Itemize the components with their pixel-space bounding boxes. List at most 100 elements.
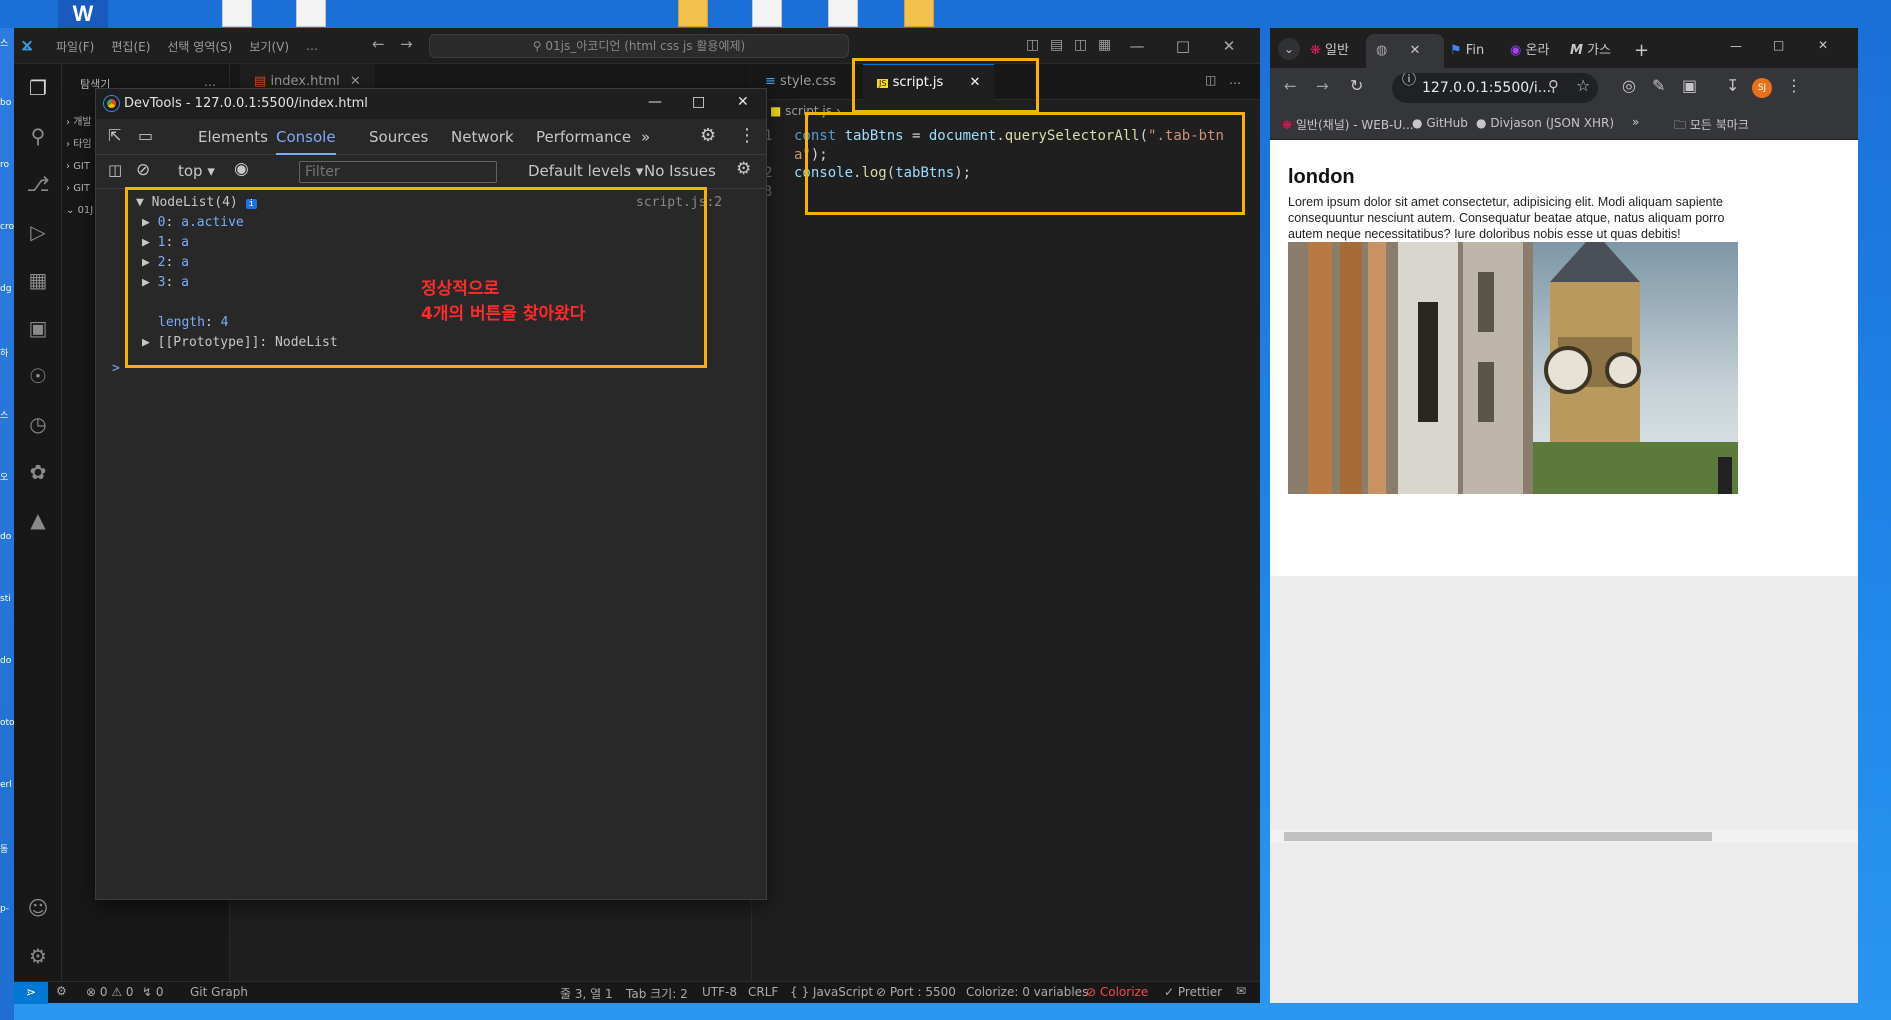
menu-more[interactable]: … <box>306 39 318 53</box>
inspect-element-icon[interactable]: ⇱ <box>108 128 121 144</box>
toggle-panel-icon[interactable]: ▤ <box>1050 38 1063 52</box>
word-app-icon[interactable]: W <box>58 0 108 28</box>
device-toolbar-icon[interactable]: ▭ <box>138 128 153 144</box>
bookmark-item[interactable]: ❋ 일반(채널) - WEB-U... <box>1282 116 1414 133</box>
notifications-bell-icon[interactable]: ✉ <box>1236 985 1246 997</box>
colorize-status[interactable]: ⊘ Colorize <box>1086 985 1148 999</box>
live-server-port[interactable]: ⊘ Port : 5500 <box>876 985 956 999</box>
maximize-button[interactable]: □ <box>1773 39 1784 51</box>
editor-more-icon[interactable]: … <box>1229 74 1241 86</box>
tab-size-status[interactable]: Tab 크기: 2 <box>626 985 688 1002</box>
bookmark-item[interactable]: ● Divjason (JSON XHR) <box>1476 116 1614 130</box>
command-center[interactable]: ⚲ 01js_아코디언 (html css js 활용예제) <box>429 34 849 58</box>
sidebar-toggle-icon[interactable]: ◫ <box>108 163 122 178</box>
desktop-file-icon[interactable] <box>296 0 326 27</box>
new-tab-icon[interactable]: + <box>1634 34 1649 68</box>
maximize-button[interactable]: □ <box>692 95 705 109</box>
log-levels-select[interactable]: Default levels ▾ <box>528 162 643 180</box>
tree-item[interactable]: ⌄ 01J <box>66 200 93 222</box>
forward-arrow-icon[interactable]: → <box>400 37 413 52</box>
language-status[interactable]: { } JavaScript <box>790 985 873 999</box>
chrome-tab[interactable]: ◉ 온라 <box>1510 34 1549 68</box>
extensions-puzzle-icon[interactable]: ▣ <box>1682 78 1697 94</box>
account-status-icon[interactable]: ⚙ <box>56 985 67 997</box>
minimize-button[interactable]: — <box>1730 40 1742 52</box>
extensions-icon[interactable]: ▦ <box>24 266 52 294</box>
bookmark-star-icon[interactable]: ☆ <box>1576 78 1590 94</box>
live-expression-eye-icon[interactable]: ◉ <box>234 161 249 178</box>
more-bookmarks-icon[interactable]: » <box>1632 116 1639 128</box>
search-icon[interactable]: ⚲ <box>24 122 52 150</box>
settings-gear-icon[interactable]: ⚙ <box>24 942 52 970</box>
back-arrow-icon[interactable]: ← <box>372 37 385 52</box>
kebab-menu-icon[interactable]: ⋮ <box>738 127 756 145</box>
tab-network[interactable]: Network <box>451 119 514 155</box>
eol-status[interactable]: CRLF <box>748 985 778 999</box>
tree-item[interactable]: › GIT <box>66 178 93 200</box>
context-select[interactable]: top ▾ <box>178 162 215 180</box>
chrome-tab[interactable]: M 가스 <box>1570 34 1611 68</box>
figma-icon[interactable]: ✿ <box>24 458 52 486</box>
tab-close-icon[interactable]: ✕ <box>350 74 361 89</box>
editor-right[interactable]: ■ script.js › ... 1 const tabBtns = docum… <box>751 100 1260 981</box>
menu-view[interactable]: 보기(V) <box>249 38 289 55</box>
minimize-button[interactable]: — <box>1114 28 1160 64</box>
menu-edit[interactable]: 편집(E) <box>111 38 150 55</box>
chrome-tab[interactable]: ❋ 일반 <box>1310 34 1349 68</box>
chrome-menu-icon[interactable]: ⋮ <box>1786 78 1802 94</box>
explorer-icon[interactable]: ❐ <box>24 74 52 102</box>
desktop-folder-icon[interactable] <box>678 0 708 27</box>
desktop-folder-icon[interactable] <box>904 0 934 27</box>
site-info-icon[interactable]: ⓘ <box>1402 73 1416 87</box>
extension-icon[interactable]: ◎ <box>1622 78 1636 94</box>
close-button[interactable]: ✕ <box>737 95 749 109</box>
issues-button[interactable]: No Issues <box>644 162 716 180</box>
menu-file[interactable]: 파일(F) <box>56 38 94 55</box>
address-bar[interactable]: ⓘ 127.0.0.1:5500/i... <box>1392 73 1598 103</box>
tab-performance[interactable]: Performance <box>536 119 631 155</box>
tab-console[interactable]: Console <box>276 119 336 155</box>
more-tabs-icon[interactable]: » <box>641 119 650 155</box>
remote-indicator-icon[interactable]: ⋗ <box>14 982 48 1004</box>
horizontal-scrollbar[interactable] <box>1270 830 1858 843</box>
clear-console-icon[interactable]: ⊘ <box>136 162 150 179</box>
tree-item[interactable]: › GIT <box>66 156 93 178</box>
all-bookmarks-folder[interactable]: 🗀 모든 북마크 <box>1674 116 1749 133</box>
colorize-variables-status[interactable]: Colorize: 0 variables <box>966 985 1088 999</box>
reload-icon[interactable]: ↻ <box>1350 78 1363 94</box>
cursor-position[interactable]: 줄 3, 열 1 <box>560 985 613 1002</box>
desktop-file-icon[interactable] <box>752 0 782 27</box>
scrollbar-thumb[interactable] <box>1284 832 1712 841</box>
profile-avatar[interactable]: SJ <box>1752 78 1772 98</box>
forward-arrow-icon[interactable]: → <box>1316 79 1329 94</box>
back-arrow-icon[interactable]: ← <box>1284 79 1297 94</box>
download-icon[interactable]: ↧ <box>1726 78 1739 94</box>
run-debug-icon[interactable]: ▷ <box>24 218 52 246</box>
chrome-tab-active[interactable]: ◍ ✕ <box>1366 34 1444 68</box>
tab-search-icon[interactable]: ⌄ <box>1278 38 1300 60</box>
git-graph-status[interactable]: Git Graph <box>190 985 248 999</box>
bookmark-item[interactable]: ● GitHub <box>1412 116 1468 130</box>
toggle-secondary-sidebar-icon[interactable]: ◫ <box>1074 38 1087 52</box>
color-picker-icon[interactable]: ✎ <box>1652 78 1665 94</box>
split-editor-icon[interactable]: ◫ <box>1205 74 1216 86</box>
maximize-button[interactable]: □ <box>1160 28 1206 64</box>
console-prompt-icon[interactable]: > <box>112 361 120 376</box>
minimize-button[interactable]: — <box>648 95 662 109</box>
settings-gear-icon[interactable]: ⚙ <box>700 127 716 145</box>
timeline-icon[interactable]: ◷ <box>24 410 52 438</box>
source-control-icon[interactable]: ⎇ <box>24 170 52 198</box>
chrome-tab[interactable]: ⚑ Fin <box>1450 34 1484 68</box>
problems-status[interactable]: ⊗ 0 ⚠ 0 <box>86 985 134 999</box>
tab-elements[interactable]: Elements <box>198 119 268 155</box>
git-graph-icon[interactable]: ☉ <box>24 362 52 390</box>
tab-sources[interactable]: Sources <box>369 119 428 155</box>
tree-item[interactable]: › 타임 <box>66 134 93 156</box>
explorer-more-icon[interactable]: … <box>204 76 216 88</box>
desktop-file-icon[interactable] <box>222 0 252 27</box>
console-settings-icon[interactable]: ⚙ <box>736 161 751 178</box>
close-button[interactable]: ✕ <box>1818 39 1828 51</box>
desktop-file-icon[interactable] <box>828 0 858 27</box>
encoding-status[interactable]: UTF-8 <box>702 985 737 999</box>
layout-icon[interactable]: ▦ <box>1098 38 1111 52</box>
